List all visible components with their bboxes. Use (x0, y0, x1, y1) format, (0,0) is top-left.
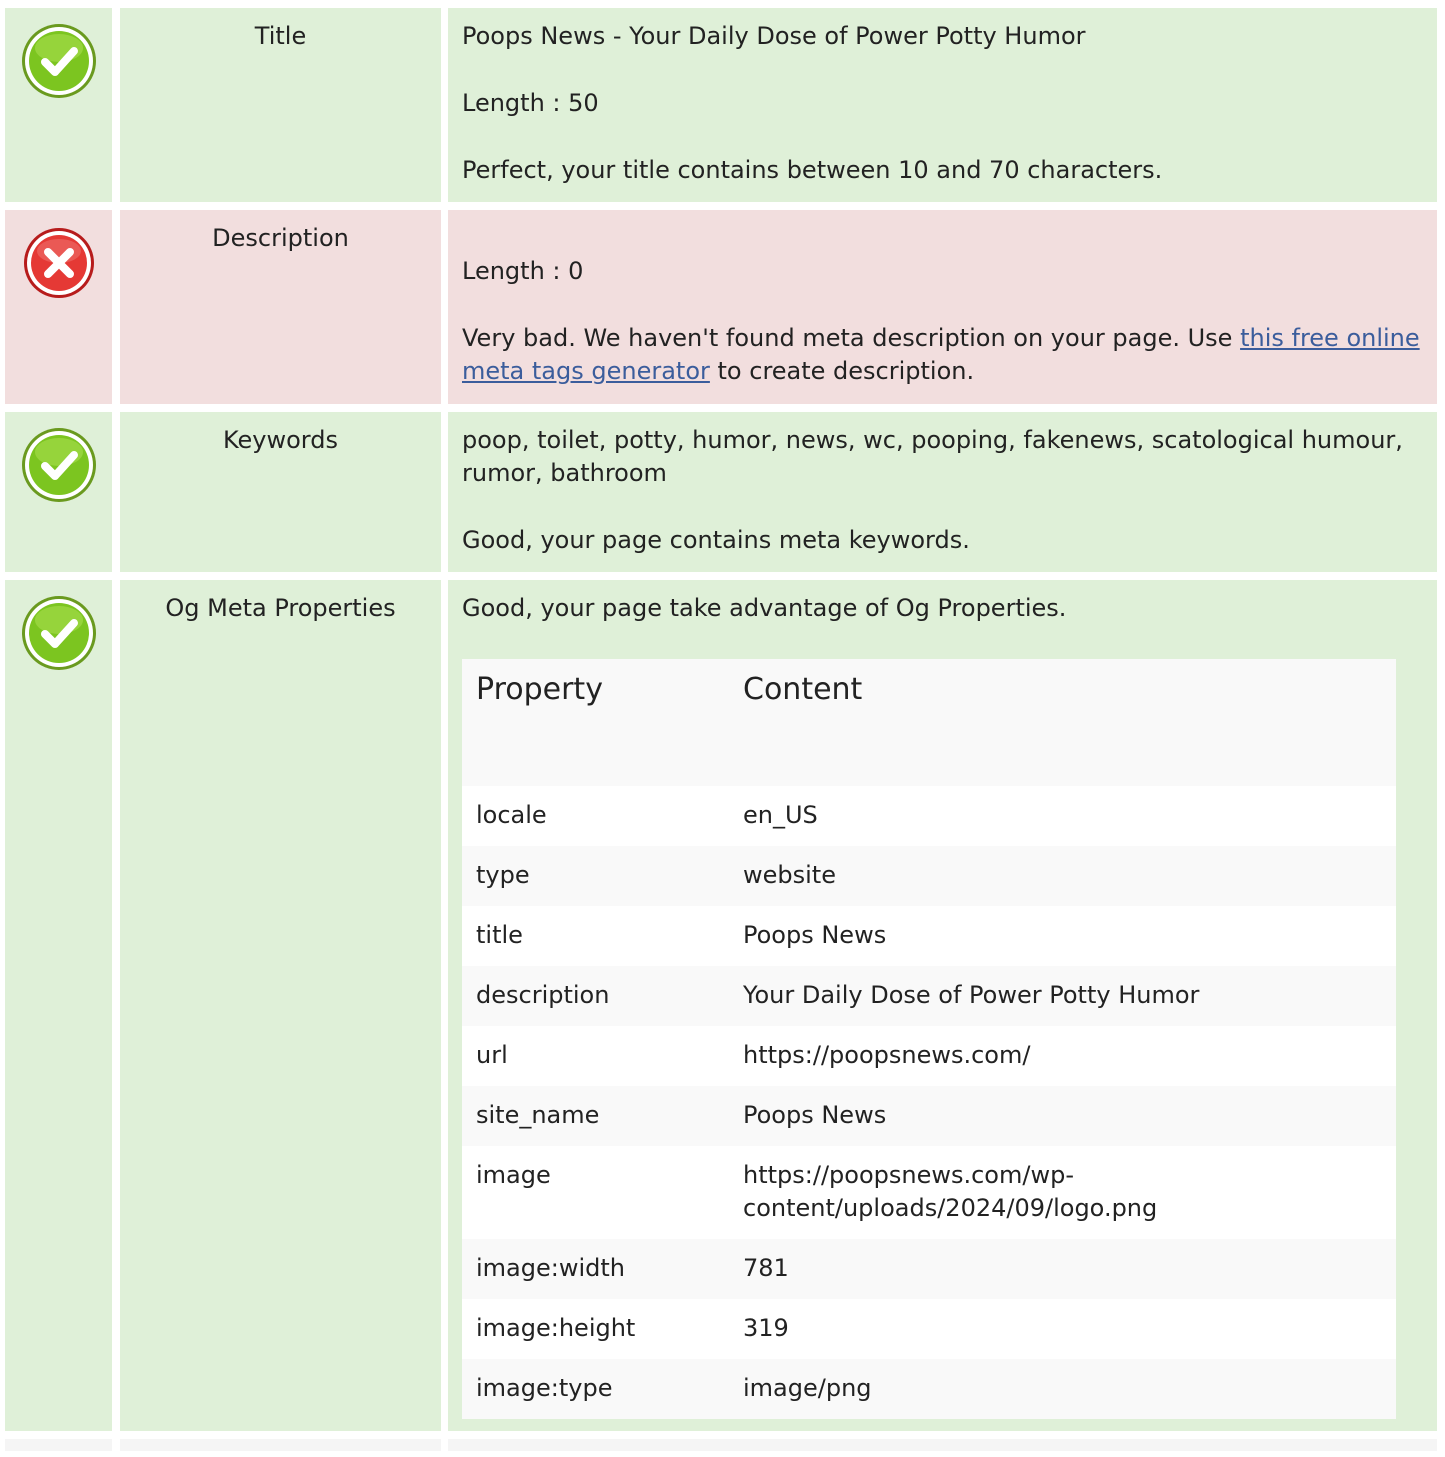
description-body: Length : 0 Very bad. We haven't found me… (448, 210, 1437, 404)
content-cell: Poops News (729, 906, 1396, 966)
content-cell: Your Daily Dose of Power Potty Humor (729, 966, 1396, 1026)
title-message: Perfect, your title contains between 10 … (462, 156, 1163, 184)
og-message: Good, your page take advantage of Og Pro… (462, 594, 1067, 622)
next-row-icon-cell (5, 1439, 112, 1451)
content-cell: Poops News (729, 1086, 1396, 1146)
property-cell: site_name (462, 1086, 729, 1146)
content-cell: website (729, 846, 1396, 906)
description-message-before: Very bad. We haven't found meta descript… (462, 324, 1241, 352)
content-cell: 781 (729, 1239, 1396, 1299)
content-cell: image/png (729, 1359, 1396, 1419)
og-table-header: Property Content (462, 659, 1396, 786)
check-icon (20, 594, 98, 672)
property-cell: description (462, 966, 729, 1026)
og-body: Good, your page take advantage of Og Pro… (448, 580, 1437, 1431)
content-cell: en_US (729, 786, 1396, 846)
next-row-partial (5, 1439, 1437, 1451)
property-cell: image:width (462, 1239, 729, 1299)
property-cell: image (462, 1146, 729, 1239)
keywords-body: poop, toilet, potty, humor, news, wc, po… (448, 412, 1437, 572)
title-status (5, 8, 112, 202)
og-status (5, 580, 112, 1431)
keywords-status (5, 412, 112, 572)
title-body: Poops News - Your Daily Dose of Power Po… (448, 8, 1437, 202)
description-label: Description (120, 210, 441, 404)
property-cell: image:height (462, 1299, 729, 1359)
description-message: Very bad. We haven't found meta descript… (462, 322, 1423, 388)
next-row-body-cell (448, 1439, 1437, 1451)
property-cell: title (462, 906, 729, 966)
property-cell: image:type (462, 1359, 729, 1419)
property-cell: locale (462, 786, 729, 846)
content-cell: https://poopsnews.com/wp-content/uploads… (729, 1146, 1396, 1239)
description-length: Length : 0 (462, 257, 584, 285)
check-icon (20, 426, 98, 504)
property-cell: type (462, 846, 729, 906)
keywords-value: poop, toilet, potty, humor, news, wc, po… (462, 426, 1403, 487)
og-row: Og Meta Properties Good, your page take … (5, 580, 1437, 1431)
keywords-message: Good, your page contains meta keywords. (462, 526, 970, 554)
check-icon (20, 22, 98, 100)
title-length: Length : 50 (462, 89, 599, 117)
seo-report: Title Poops News - Your Daily Dose of Po… (5, 8, 1437, 1451)
table-row: site_name Poops News (462, 1086, 1396, 1146)
description-message-after: to create description. (709, 357, 975, 385)
description-row: Description Length : 0 Very bad. We have… (5, 210, 1437, 404)
property-column-header: Property (462, 659, 729, 786)
table-row: image:height 319 (462, 1299, 1396, 1359)
table-row: title Poops News (462, 906, 1396, 966)
keywords-label: Keywords (120, 412, 441, 572)
content-cell: 319 (729, 1299, 1396, 1359)
title-value: Poops News - Your Daily Dose of Power Po… (462, 22, 1086, 50)
description-status (5, 210, 112, 404)
table-row: image https://poopsnews.com/wp-content/u… (462, 1146, 1396, 1239)
property-cell: url (462, 1026, 729, 1086)
table-row: type website (462, 846, 1396, 906)
content-cell: https://poopsnews.com/ (729, 1026, 1396, 1086)
cross-icon (23, 227, 95, 299)
table-row: locale en_US (462, 786, 1396, 846)
table-row: url https://poopsnews.com/ (462, 1026, 1396, 1086)
og-properties-table: Property Content locale en_US type websi… (462, 659, 1396, 1419)
table-row: image:type image/png (462, 1359, 1396, 1419)
next-row-label-cell (120, 1439, 441, 1451)
table-row: image:width 781 (462, 1239, 1396, 1299)
title-row: Title Poops News - Your Daily Dose of Po… (5, 8, 1437, 202)
title-label: Title (120, 8, 441, 202)
keywords-row: Keywords poop, toilet, potty, humor, new… (5, 412, 1437, 572)
table-row: description Your Daily Dose of Power Pot… (462, 966, 1396, 1026)
og-label: Og Meta Properties (120, 580, 441, 1431)
content-column-header: Content (729, 659, 1396, 786)
